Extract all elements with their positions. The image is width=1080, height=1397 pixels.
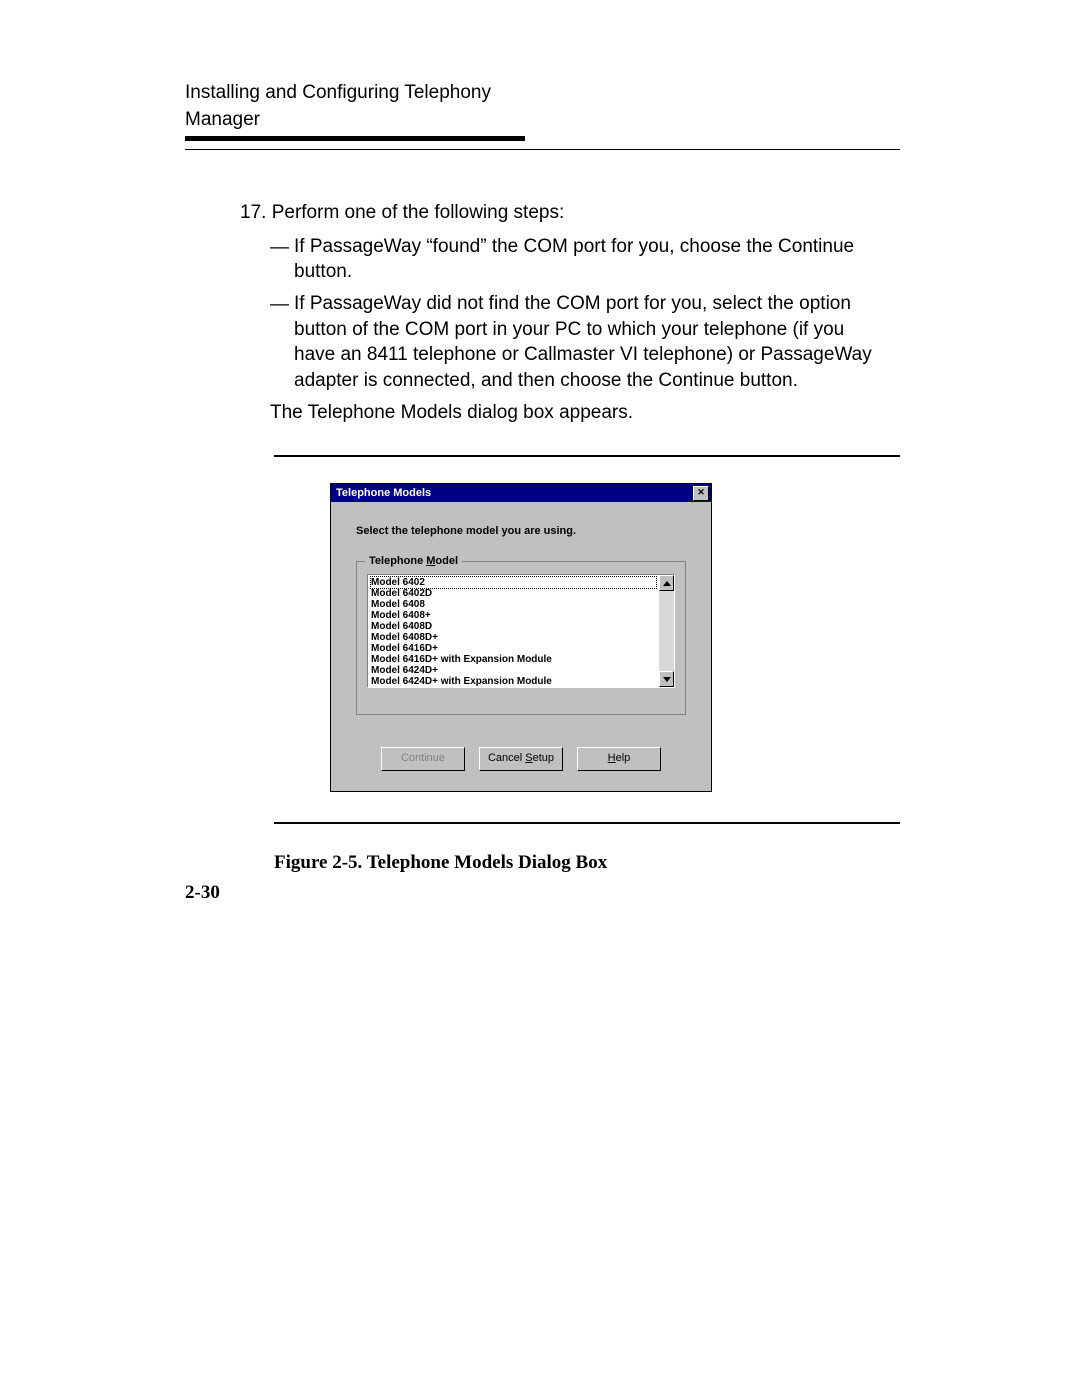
list-item[interactable]: Model 6424D+ with Expansion Module xyxy=(371,676,656,687)
step-number: 17. xyxy=(240,202,266,223)
header-title: Installing and Configuring Telephony Man… xyxy=(185,80,525,133)
dash-icon: — xyxy=(270,235,289,261)
page-header: Installing and Configuring Telephony Man… xyxy=(185,80,900,141)
dash-icon: — xyxy=(270,292,289,318)
step-17: 17. Perform one of the following steps: xyxy=(240,200,900,226)
button-row: Continue Cancel Setup Help xyxy=(356,747,686,771)
scroll-track[interactable] xyxy=(659,591,674,671)
bullet-a-text: If PassageWay “found” the COM port for y… xyxy=(294,236,854,283)
list-item[interactable]: Model 6408D+ xyxy=(371,632,656,643)
list-item[interactable]: Model 6416D+ xyxy=(371,643,656,654)
dialog-instruction: Select the telephone model you are using… xyxy=(356,524,686,539)
list-item[interactable]: Model 6424D+ xyxy=(371,665,656,676)
header-underline-bar xyxy=(185,136,525,141)
list-item[interactable]: Model 6416D+ with Expansion Module xyxy=(371,654,656,665)
cancel-setup-button[interactable]: Cancel Setup xyxy=(479,747,563,771)
list-items[interactable]: Model 6402 Model 6402D Model 6408 Model … xyxy=(368,575,659,687)
close-icon[interactable]: ✕ xyxy=(693,486,709,501)
bullet-b: — If PassageWay did not find the COM por… xyxy=(270,291,890,394)
telephone-model-group: Telephone Model Model 6402 Model 6402D M… xyxy=(356,561,686,715)
list-item[interactable]: Model 6408D xyxy=(371,621,656,632)
titlebar: Telephone Models ✕ xyxy=(331,484,711,502)
dialog-body: Select the telephone model you are using… xyxy=(331,502,711,791)
list-item[interactable]: Model 6402D xyxy=(371,588,656,599)
telephone-models-dialog: Telephone Models ✕ Select the telephone … xyxy=(330,483,712,792)
group-label: Telephone Model xyxy=(365,554,462,569)
header-divider xyxy=(185,149,900,150)
scroll-down-icon[interactable] xyxy=(659,671,674,687)
model-listbox[interactable]: Model 6402 Model 6402D Model 6408 Model … xyxy=(367,574,675,688)
help-button[interactable]: Help xyxy=(577,747,661,771)
figure-top-rule xyxy=(274,455,900,457)
figure-caption: Figure 2-5. Telephone Models Dialog Box xyxy=(274,850,900,876)
step-text: Perform one of the following steps: xyxy=(272,202,565,223)
body-content: 17. Perform one of the following steps: … xyxy=(185,200,900,876)
scroll-up-icon[interactable] xyxy=(659,575,674,591)
followup-text: The Telephone Models dialog box appears. xyxy=(240,400,900,426)
list-item[interactable]: Model 6402 xyxy=(371,577,656,588)
bullet-b-text: If PassageWay did not find the COM port … xyxy=(294,293,872,391)
scrollbar[interactable] xyxy=(659,575,674,687)
figure-bottom-rule xyxy=(274,822,900,824)
list-item[interactable]: Model 6408+ xyxy=(371,610,656,621)
bullet-a: — If PassageWay “found” the COM port for… xyxy=(270,234,890,285)
list-item[interactable]: Model 6408 xyxy=(371,599,656,610)
continue-button: Continue xyxy=(381,747,465,771)
page-number: 2-30 xyxy=(185,882,220,904)
titlebar-text: Telephone Models xyxy=(333,486,693,501)
sub-list: — If PassageWay “found” the COM port for… xyxy=(240,234,900,394)
